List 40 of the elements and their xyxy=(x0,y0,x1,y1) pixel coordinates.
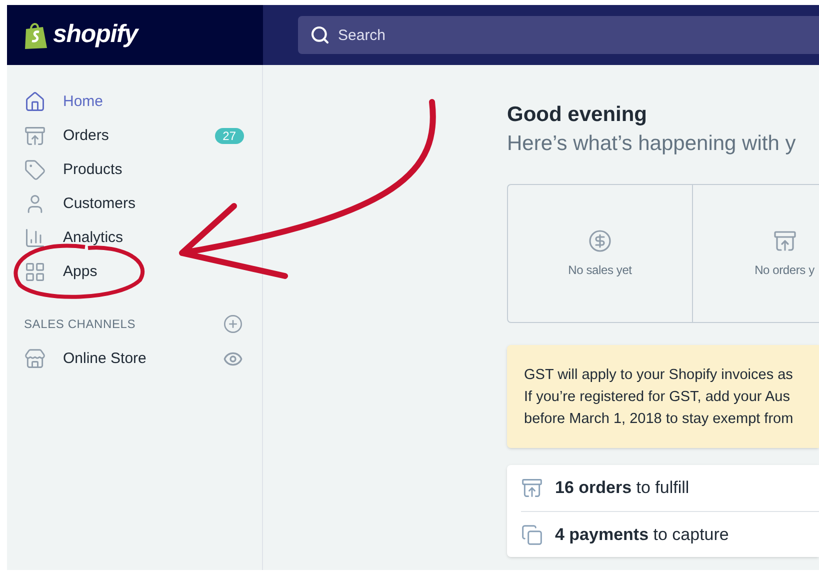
sidebar-item[interactable]: Orders 27 xyxy=(7,119,262,153)
bar-chart-icon xyxy=(24,227,46,249)
inbox-icon xyxy=(521,477,543,499)
item-label: Apps xyxy=(63,262,98,282)
sidebar-item[interactable]: Apps xyxy=(7,255,262,289)
item-label: Orders xyxy=(63,126,110,146)
shopping-bag-icon xyxy=(23,20,49,50)
item-label: Home xyxy=(63,92,104,112)
subtitle: Here’s what’s happening with y xyxy=(507,131,797,157)
count-badge: 27 xyxy=(214,128,244,144)
item-label: Analytics xyxy=(63,228,124,248)
inbox-icon xyxy=(772,228,796,252)
grid-icon xyxy=(24,261,46,283)
search-field[interactable]: Search xyxy=(298,16,819,54)
greeting-heading: Good evening xyxy=(507,102,648,128)
add-icon[interactable] xyxy=(223,314,243,334)
inbox-icon xyxy=(24,125,46,147)
home-icon xyxy=(24,91,46,113)
item-label: Online Store xyxy=(63,348,148,369)
dollar-icon xyxy=(588,228,612,252)
cards-icon xyxy=(521,524,543,546)
sidebar-item[interactable]: Customers xyxy=(7,187,262,221)
stat-label: No sales yet xyxy=(568,262,632,278)
notice-text: before March 1, 2018 to stay exempt from xyxy=(524,410,794,429)
item-label: Products xyxy=(63,160,124,180)
task-link[interactable]: 4 payments to capture xyxy=(555,522,729,548)
notice-text: GST will apply to your Shopify invoices as xyxy=(524,366,794,385)
tag-icon xyxy=(24,159,46,181)
item-label: Customers xyxy=(63,194,137,214)
sidebar-item[interactable]: Online Store xyxy=(7,339,262,379)
notice-text: If you’re registered for GST, add your Aus xyxy=(524,388,791,407)
search-icon xyxy=(310,25,330,45)
sidebar-item[interactable]: Products xyxy=(7,153,262,187)
task-link[interactable]: 16 orders to fulfill xyxy=(555,475,690,501)
brand-name: shopify xyxy=(53,19,138,50)
store-icon xyxy=(24,348,46,370)
sidebar-item[interactable]: Home xyxy=(7,85,262,119)
stat-label: No orders y xyxy=(754,262,814,278)
section-heading: SALES CHANNELS xyxy=(24,316,137,333)
sidebar-item[interactable]: Analytics xyxy=(7,221,262,255)
